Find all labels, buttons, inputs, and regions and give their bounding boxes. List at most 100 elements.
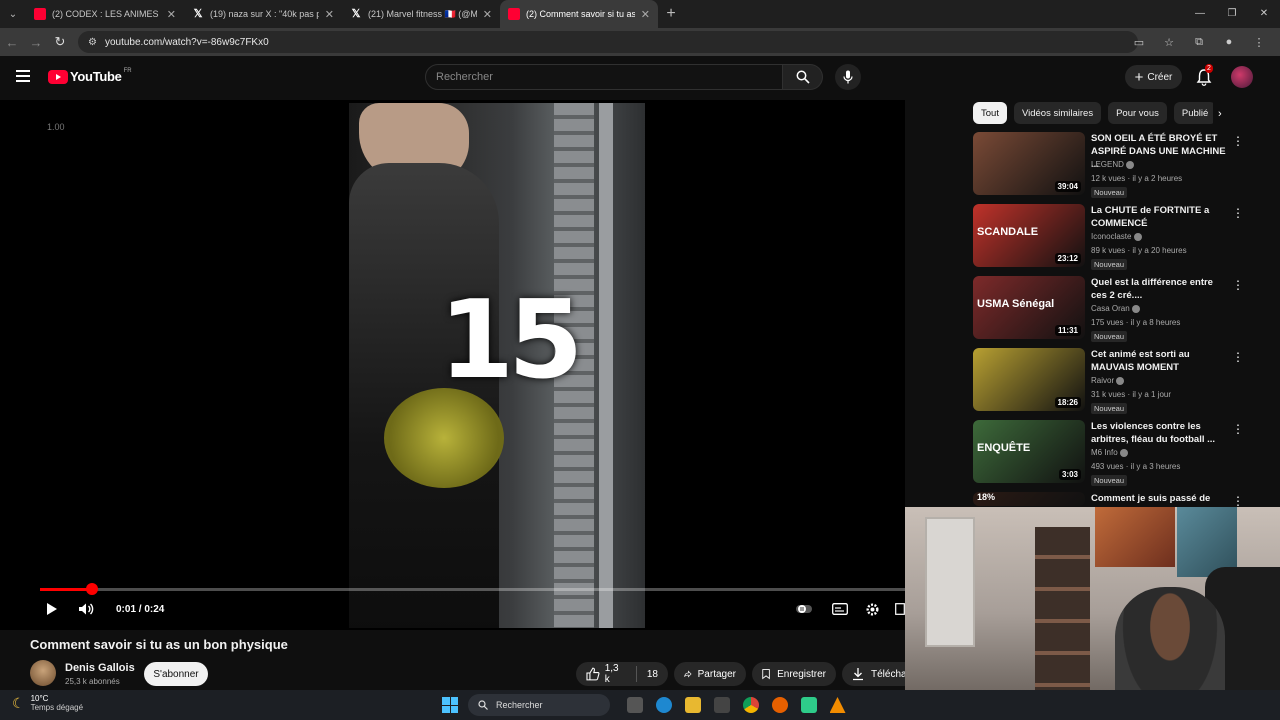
- recommendation-card[interactable]: 18:26 Cet animé est sorti au MAUVAIS MOME…: [973, 348, 1253, 414]
- new-tab-icon[interactable]: +: [658, 5, 684, 23]
- chip-related[interactable]: Vidéos similaires: [1013, 102, 1102, 124]
- forward-icon[interactable]: →: [24, 35, 48, 50]
- video-thumbnail[interactable]: 39:04: [973, 132, 1085, 195]
- store-icon[interactable]: [713, 697, 730, 713]
- video-thumbnail[interactable]: SCANDALE 23:12: [973, 204, 1085, 267]
- back-icon[interactable]: ←: [0, 35, 24, 50]
- autoplay-toggle[interactable]: [796, 598, 812, 620]
- video-thumbnail[interactable]: USMA Sénégal 11:31: [973, 276, 1085, 339]
- menu-icon[interactable]: ⋮: [1244, 36, 1274, 49]
- recommendation-card[interactable]: USMA Sénégal 11:31 Quel est la différence …: [973, 276, 1253, 342]
- save-button[interactable]: Enregistrer: [752, 662, 836, 686]
- recommendation-card[interactable]: 39:04 SON OEIL A ÉTÉ BROYÉ ET ASPIRÉ DANS…: [973, 132, 1253, 198]
- autoplay-icon: [796, 605, 812, 613]
- close-icon[interactable]: ✕: [641, 8, 650, 21]
- comment-count[interactable]: 18: [647, 669, 658, 680]
- vlc-icon[interactable]: [829, 697, 846, 713]
- video-player[interactable]: 1.00 15 0:01 / 0:24: [0, 100, 905, 630]
- video-thumbnail[interactable]: 18:26: [973, 348, 1085, 411]
- progress-bar[interactable]: [40, 583, 905, 595]
- recommendation-title[interactable]: La CHUTE de FORTNITE a COMMENCÉ: [1091, 204, 1229, 230]
- recommendation-channel[interactable]: Raivor: [1091, 376, 1125, 385]
- account-avatar[interactable]: [1231, 66, 1253, 88]
- recommendation-title[interactable]: Les violences contre les arbitres, fléau…: [1091, 420, 1229, 446]
- chip-for-you[interactable]: Pour vous: [1108, 102, 1167, 124]
- more-options-icon[interactable]: ⋮: [1232, 134, 1244, 148]
- download-button[interactable]: Télécharger: [842, 662, 905, 686]
- recommendation-channel[interactable]: M6 Info: [1091, 448, 1128, 457]
- menu-hamburger-icon[interactable]: [16, 70, 30, 82]
- captions-icon: [832, 603, 848, 615]
- search-input[interactable]: Rechercher: [425, 64, 783, 90]
- chip-published[interactable]: Publié: [1173, 102, 1213, 124]
- recommendation-card[interactable]: SCANDALE 23:12 La CHUTE de FORTNITE a COMM…: [973, 204, 1253, 270]
- tab-search-icon[interactable]: ⌄: [0, 0, 26, 28]
- cast-icon[interactable]: ▭: [1124, 36, 1154, 49]
- task-view-icon[interactable]: [626, 697, 643, 713]
- close-icon[interactable]: ✕: [167, 8, 176, 21]
- profile-icon[interactable]: ●: [1214, 36, 1244, 48]
- settings-button[interactable]: [865, 598, 880, 620]
- voice-search-button[interactable]: [835, 64, 861, 90]
- youtube-logo[interactable]: YouTube FR: [48, 68, 132, 84]
- recommendation-card[interactable]: ENQUÊTE 3:03 Les violences contre les arbi…: [973, 420, 1253, 486]
- toolbar-icons: ▭ ☆ ⧉ ● ⋮: [1124, 28, 1274, 56]
- subtitles-button[interactable]: [832, 598, 848, 620]
- app-icon[interactable]: [800, 697, 817, 713]
- channel-avatar[interactable]: [30, 660, 56, 686]
- url-field[interactable]: ⚙ youtube.com/watch?v=-86w9c7FKx0: [78, 31, 1138, 53]
- edge-icon[interactable]: [655, 697, 672, 713]
- create-button[interactable]: + Créer: [1125, 65, 1182, 89]
- miniplayer-button[interactable]: [895, 598, 905, 620]
- play-button[interactable]: [46, 598, 58, 620]
- recommendation-channel[interactable]: Casa Oran: [1091, 304, 1140, 313]
- firefox-icon[interactable]: [771, 697, 788, 713]
- more-options-icon[interactable]: ⋮: [1232, 206, 1244, 220]
- like-dislike-group: 1,3 k 18: [576, 662, 668, 686]
- video-thumbnail[interactable]: 18%: [973, 492, 1085, 506]
- file-explorer-icon[interactable]: [684, 697, 701, 713]
- video-frame[interactable]: 15: [349, 103, 645, 628]
- close-icon[interactable]: ✕: [325, 8, 334, 21]
- channel-label: Casa Oran: [1091, 304, 1130, 313]
- recommendation-channel[interactable]: Iconoclaste: [1091, 232, 1142, 241]
- close-window-icon[interactable]: ✕: [1248, 0, 1280, 28]
- search-button[interactable]: [783, 64, 823, 90]
- more-options-icon[interactable]: ⋮: [1232, 494, 1244, 506]
- share-button[interactable]: Partager: [674, 662, 746, 686]
- video-thumbnail[interactable]: ENQUÊTE 3:03: [973, 420, 1085, 483]
- minimize-icon[interactable]: —: [1184, 0, 1216, 28]
- close-icon[interactable]: ✕: [483, 8, 492, 21]
- taskbar-search[interactable]: Rechercher: [468, 694, 610, 716]
- recommendation-title[interactable]: Quel est la différence entre ces 2 cré..…: [1091, 276, 1229, 302]
- chrome-icon[interactable]: [742, 697, 759, 713]
- browser-tab[interactable]: 𝕏 (19) naza sur X : "40k pas par jo ✕: [184, 0, 342, 28]
- windows-start-icon[interactable]: [442, 697, 458, 713]
- more-options-icon[interactable]: ⋮: [1232, 350, 1244, 364]
- browser-tab[interactable]: (2) CODEX : LES ANIMES SONT ✕: [26, 0, 184, 28]
- channel-name[interactable]: Denis Gallois: [65, 662, 135, 674]
- subscribe-button[interactable]: S'abonner: [144, 662, 208, 686]
- browser-tab-bar: ⌄ (2) CODEX : LES ANIMES SONT ✕ 𝕏 (19) n…: [0, 0, 1280, 28]
- recommendation-card[interactable]: 18% Comment je suis passé de 18%⋮: [973, 492, 1253, 506]
- recommendation-channel[interactable]: LEGEND: [1091, 160, 1135, 169]
- progress-scrubber[interactable]: [85, 583, 98, 595]
- mute-button[interactable]: [78, 598, 96, 620]
- more-options-icon[interactable]: ⋮: [1232, 278, 1244, 292]
- reload-icon[interactable]: ↻: [48, 34, 72, 50]
- bookmark-star-icon[interactable]: ☆: [1154, 36, 1184, 49]
- chevron-right-icon[interactable]: ›: [1218, 108, 1222, 120]
- like-button[interactable]: 1,3 k: [586, 663, 626, 685]
- chip-all[interactable]: Tout: [973, 102, 1007, 124]
- browser-tab[interactable]: 𝕏 (21) Marvel fitness 🇫🇷 (@Marvel ✕: [342, 0, 500, 28]
- more-options-icon[interactable]: ⋮: [1232, 422, 1244, 436]
- extensions-icon[interactable]: ⧉: [1184, 36, 1214, 49]
- browser-tab-active[interactable]: (2) Comment savoir si tu as un b ✕: [500, 0, 658, 28]
- site-info-icon[interactable]: ⚙: [88, 37, 97, 48]
- notifications-button[interactable]: 2: [1196, 64, 1213, 86]
- recommendation-title[interactable]: Cet animé est sorti au MAUVAIS MOMENT: [1091, 348, 1229, 374]
- maximize-icon[interactable]: ❐: [1216, 0, 1248, 28]
- create-label: Créer: [1147, 71, 1173, 83]
- weather-widget[interactable]: ☾ 10°C Temps dégagé: [12, 694, 83, 712]
- recommendation-title[interactable]: Comment je suis passé de 18%: [1091, 492, 1229, 506]
